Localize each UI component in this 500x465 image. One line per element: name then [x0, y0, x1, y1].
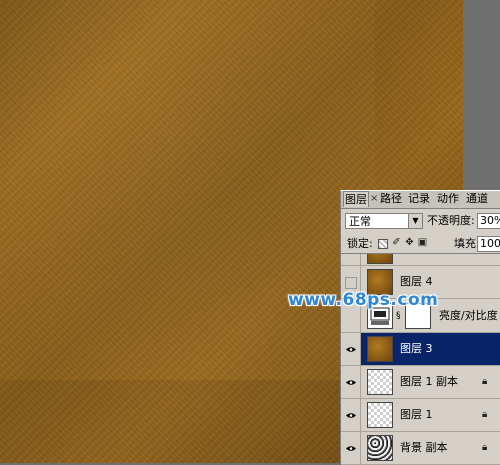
visibility-toggle[interactable]	[341, 333, 361, 365]
lock-all-icon[interactable]: ▣	[417, 237, 428, 249]
layer-thumbnail	[367, 336, 393, 362]
visibility-toggle[interactable]	[341, 432, 361, 464]
eye-icon	[346, 380, 356, 385]
layer-thumbnail	[367, 369, 393, 395]
layer-name: 背景 副本	[400, 441, 448, 454]
layer-name: 图层 1	[400, 408, 433, 421]
tab-channels[interactable]: 通道	[465, 191, 491, 207]
visibility-off-icon	[345, 277, 357, 289]
tab-paths[interactable]: 路径	[379, 191, 405, 207]
layer-row[interactable]: 图层 1 🔒︎	[341, 399, 500, 432]
blend-mode-value: 正常	[349, 215, 371, 228]
visibility-toggle[interactable]	[341, 399, 361, 431]
visibility-cell	[341, 254, 361, 265]
blend-mode-select[interactable]: 正常 ▼	[345, 213, 423, 229]
lock-transparency-icon[interactable]	[378, 239, 388, 249]
chain-link-icon[interactable]: §	[396, 311, 401, 321]
visibility-toggle[interactable]	[341, 366, 361, 398]
layer-name: 图层 3	[400, 342, 433, 355]
opacity-input[interactable]: 30%	[477, 213, 500, 229]
opacity-label: 不透明度:	[427, 214, 475, 227]
lock-label: 锁定:	[347, 237, 373, 250]
watermark-text: www.68ps.com	[288, 290, 439, 310]
layer-row[interactable]: 背景 副本 🔒︎	[341, 432, 500, 465]
panel-tab-bar: 图层 × 路径 记录 动作 通道	[341, 191, 500, 209]
eye-icon	[346, 347, 356, 352]
lock-position-icon[interactable]: ✥	[404, 237, 415, 249]
layer-name: 亮度/对比度	[439, 309, 498, 322]
canvas-light-region	[0, 0, 375, 463]
layer-row-selected[interactable]: 图层 3	[341, 333, 500, 366]
lock-icon: 🔒︎	[482, 442, 488, 453]
layer-name: 图层 1 副本	[400, 375, 458, 388]
layer-thumbnail	[367, 435, 393, 461]
lock-icon: 🔒︎	[482, 376, 488, 387]
layers-list: 图层 4 § 亮度/对比度 图层 3 图层 1 副本 �	[341, 253, 500, 465]
fill-label: 填充:	[454, 237, 480, 250]
lock-image-icon[interactable]: ✐	[391, 237, 402, 249]
layer-row[interactable]: 图层 1 副本 🔒︎	[341, 366, 500, 399]
eye-icon	[346, 413, 356, 418]
layers-panel: 图层 × 路径 记录 动作 通道 正常 ▼ 不透明度: 30% 锁定: ✐ ✥ …	[340, 190, 500, 465]
lock-icon: 🔒︎	[482, 409, 488, 420]
tab-actions[interactable]: 动作	[436, 191, 462, 207]
eye-icon	[346, 446, 356, 451]
chevron-down-icon: ▼	[408, 214, 422, 228]
fill-input[interactable]: 100%	[477, 236, 500, 252]
close-icon[interactable]: ×	[370, 191, 378, 207]
layer-row-partial	[341, 254, 500, 266]
tab-layers[interactable]: 图层	[343, 191, 369, 207]
layer-name: 图层 4	[400, 275, 433, 288]
layer-thumbnail	[367, 402, 393, 428]
tab-history[interactable]: 记录	[407, 191, 433, 207]
layer-thumbnail	[367, 254, 393, 264]
